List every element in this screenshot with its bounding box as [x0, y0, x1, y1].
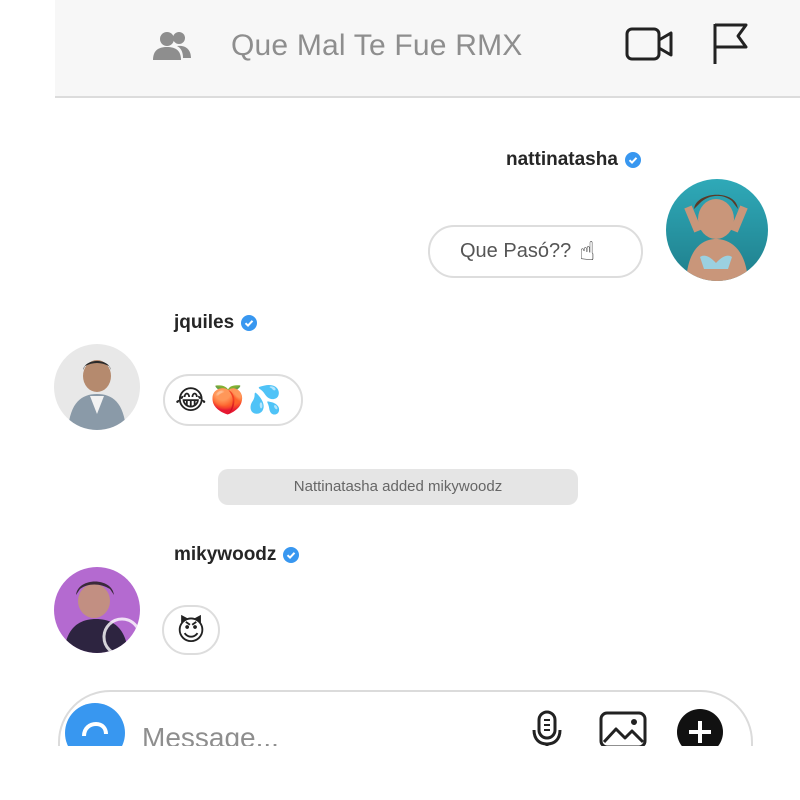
peach-emoji: 🍑 [210, 385, 245, 415]
system-notice: Nattinatasha added mikywoodz [218, 469, 578, 505]
smiling-devil-emoji: 😈 [176, 614, 206, 646]
message-sender[interactable]: nattinatasha [506, 149, 641, 171]
message-bubble[interactable]: Que Pasó?? ☝ [428, 225, 643, 278]
username-mikywoodz[interactable]: mikywoodz [174, 544, 276, 566]
verified-badge-icon [283, 547, 300, 563]
sweat-droplets-emoji: 💦 [248, 385, 282, 415]
message-bubble[interactable]: 😂 🍑 💦 [163, 374, 303, 426]
pointing-up-emoji: ☝ [579, 236, 596, 266]
verified-badge-icon [241, 315, 258, 331]
message-sender[interactable]: mikywoodz [174, 544, 300, 566]
message-bubble[interactable]: 😈 [162, 605, 220, 655]
gallery-icon[interactable] [598, 710, 648, 750]
avatar-jquiles[interactable] [54, 344, 140, 430]
flag-icon[interactable] [710, 20, 750, 66]
message-sender[interactable]: jquiles [174, 312, 258, 334]
laughing-emoji: 😂 [175, 384, 207, 415]
message-text: Que Pasó?? [460, 240, 572, 262]
people-icon[interactable] [153, 30, 193, 62]
screen-bottom-edge [0, 746, 800, 800]
username-jquiles[interactable]: jquiles [174, 312, 234, 334]
microphone-icon[interactable] [530, 710, 564, 750]
verified-badge-icon [624, 152, 641, 168]
avatar-mikywoodz[interactable] [54, 567, 140, 653]
chat-header: Que Mal Te Fue RMX [55, 0, 800, 98]
chat-screen: Que Mal Te Fue RMX nattinatasha Que Pasó… [0, 0, 800, 800]
avatar-nattinatasha[interactable] [666, 179, 768, 281]
username-nattinatasha[interactable]: nattinatasha [506, 149, 618, 171]
chat-title: Que Mal Te Fue RMX [231, 29, 523, 62]
video-call-icon[interactable] [625, 24, 675, 64]
